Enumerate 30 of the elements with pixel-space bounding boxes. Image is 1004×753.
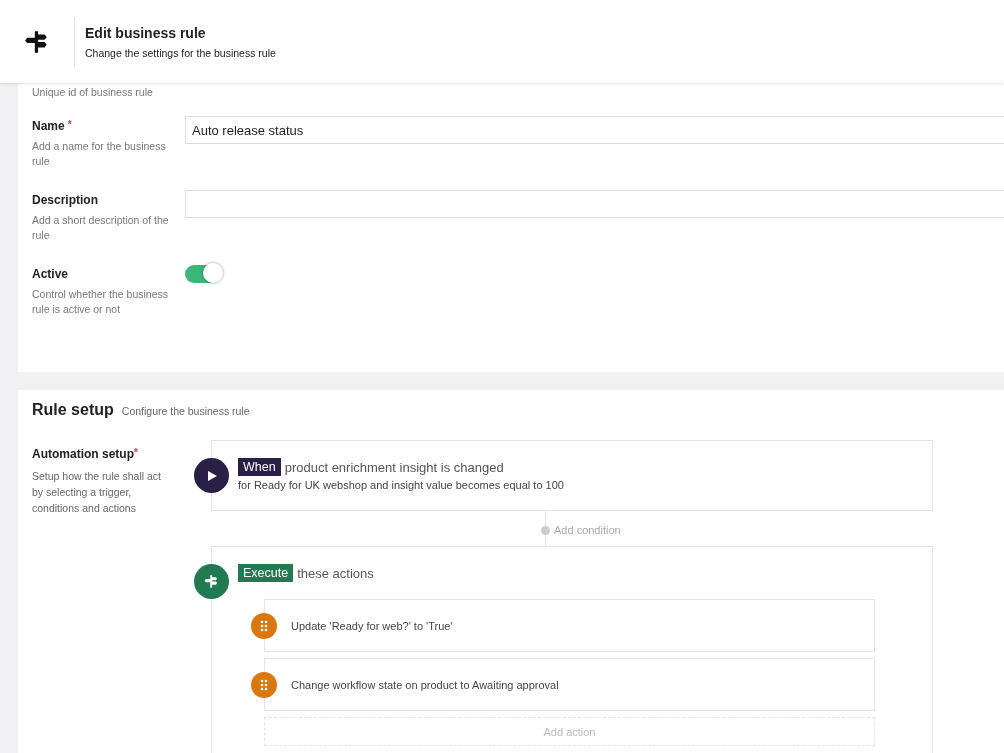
- field-hint: Add a name for the business rule: [32, 139, 167, 169]
- trigger-tag: When: [238, 458, 281, 476]
- execute-text: these actions: [297, 565, 374, 581]
- execute-tag: Execute: [238, 564, 294, 582]
- text-field[interactable]: [185, 190, 1004, 218]
- drag-handle-icon[interactable]: [251, 672, 277, 698]
- action-card[interactable]: Update 'Ready for web?' to 'True': [264, 599, 875, 652]
- section-title: Rule setup: [32, 401, 114, 419]
- field-hint: Add a short description of the rule: [32, 213, 170, 243]
- trigger-card[interactable]: When product enrichment insight is changed for Ready for UK webshop and insight value becomes equal to 100: [211, 440, 933, 511]
- page-subtitle: Change the settings for the business rule: [85, 46, 276, 59]
- action-card[interactable]: Change workflow state on product to Awaiting approval: [264, 658, 875, 711]
- required-mark: *: [134, 447, 138, 458]
- trigger-detail: for Ready for UK webshop and insight value becomes equal to 100: [237, 478, 565, 491]
- field-label: Automation setup: [32, 447, 134, 461]
- signpost-icon: [204, 574, 219, 589]
- field-label: Active: [32, 267, 69, 281]
- field-label: Description: [32, 193, 98, 207]
- field-hint: Control whether the business rule is active or not: [32, 287, 169, 317]
- field-hint: Unique id of business rule: [32, 86, 154, 98]
- trigger-text: product enrichment insight is changed: [284, 459, 504, 475]
- required-mark: *: [67, 119, 72, 130]
- page-title: Edit business rule: [85, 24, 207, 41]
- drag-handle-icon[interactable]: [251, 613, 277, 639]
- text-field[interactable]: Auto release status: [185, 116, 1004, 144]
- field-label: Name: [32, 119, 65, 133]
- signpost-icon: [24, 28, 50, 55]
- field-hint: Setup how the rule shall act by selecting a trigger, conditions and actions: [32, 469, 162, 516]
- section-subtitle: Configure the business rule: [121, 405, 250, 417]
- toggle-switch[interactable]: [185, 265, 221, 283]
